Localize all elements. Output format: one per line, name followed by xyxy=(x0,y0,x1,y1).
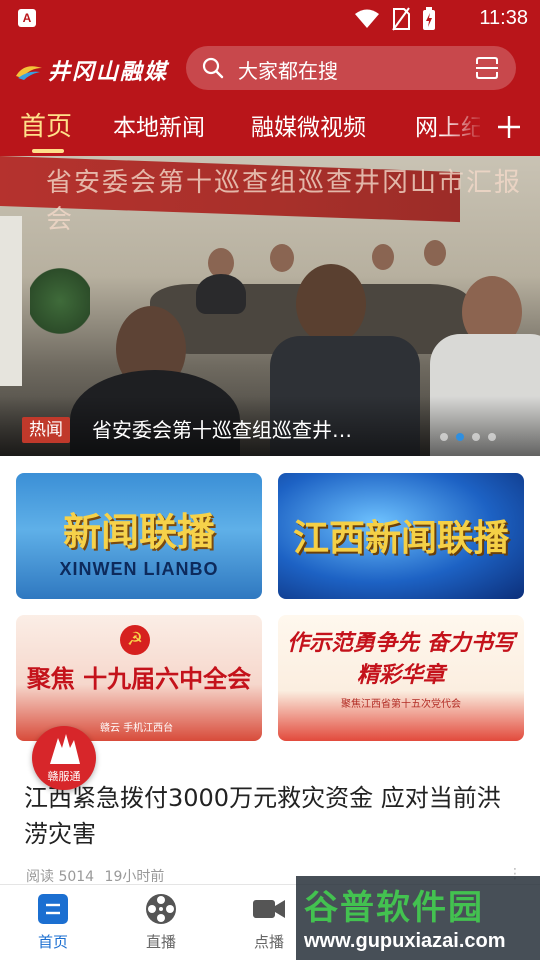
no-sim-icon xyxy=(392,7,410,31)
nav-live[interactable]: 直播 xyxy=(126,893,196,952)
card-title: 作示范勇争先 奋力书写精彩华章 xyxy=(287,630,515,688)
tab-home[interactable]: 首页 xyxy=(20,106,72,143)
card-subtitle: XINWEN LIANBO xyxy=(59,559,219,579)
app-logo[interactable]: 井冈山融媒 xyxy=(14,54,168,86)
news-read-count: 阅读 5014 xyxy=(26,869,95,885)
banner-person xyxy=(424,240,446,266)
carousel-dot[interactable] xyxy=(440,433,448,441)
card-party-congress[interactable]: 作示范勇争先 奋力书写精彩华章 聚焦江西省第十五次党代会 xyxy=(278,615,524,741)
banner-backdrop-text: 省安委会第十巡查组巡查井冈山市汇报会 xyxy=(46,168,523,235)
logo-mark-icon xyxy=(16,66,42,80)
nav-vod[interactable]: 点播 xyxy=(234,893,304,952)
add-channel-icon[interactable] xyxy=(496,114,522,140)
app-notification-icon: A xyxy=(18,9,36,27)
carousel-dot[interactable] xyxy=(488,433,496,441)
home-icon xyxy=(38,894,68,924)
carousel-dot[interactable] xyxy=(456,433,464,441)
banner-person xyxy=(296,264,366,344)
tab-local-news[interactable]: 本地新闻 xyxy=(113,108,205,142)
banner-person xyxy=(372,244,394,270)
site-watermark: 谷普软件园 www.gupuxiazai.com xyxy=(296,876,540,960)
ganfutong-button[interactable]: 赣服通 xyxy=(32,726,96,790)
card-title: 聚焦 十九届六中全会 xyxy=(26,664,252,693)
video-camera-icon xyxy=(253,900,285,918)
card-title: 江西新闻联播 xyxy=(292,517,509,559)
news-meta: 阅读 5014 19小时前 xyxy=(26,866,170,886)
film-reel-icon xyxy=(146,894,176,924)
card-title: 新闻联播 xyxy=(62,509,215,554)
hot-news-badge: 热闻 xyxy=(22,417,70,443)
carousel-dots xyxy=(440,433,496,441)
ganfutong-logo-icon xyxy=(50,734,80,764)
battery-charging-icon xyxy=(423,7,435,30)
nav-home-label: 首页 xyxy=(37,933,68,951)
banner-plant xyxy=(30,266,90,336)
card-footer: 赣云 手机江西台 xyxy=(100,723,174,734)
nav-home[interactable]: 首页 xyxy=(18,893,88,952)
nav-vod-label: 点播 xyxy=(253,933,284,951)
news-time: 19小时前 xyxy=(104,869,165,885)
tab-micro-video[interactable]: 融媒微视频 xyxy=(251,108,366,142)
watermark-title: 谷普软件园 xyxy=(304,888,484,928)
headline-carousel[interactable]: 省安委会第十巡查组巡查井冈山市汇报会 xyxy=(0,156,540,456)
wifi-icon xyxy=(355,9,379,28)
card-jiangxi-news[interactable]: 江西新闻联播 xyxy=(278,473,524,599)
news-headline[interactable]: 江西紧急拨付3000万元救灾资金 应对当前洪涝灾害 xyxy=(24,780,524,852)
banner-person xyxy=(196,274,246,314)
card-subtitle: 聚焦江西省第十五次党代会 xyxy=(341,699,461,710)
logo-text: 井冈山融媒 xyxy=(48,59,169,85)
nav-live-label: 直播 xyxy=(145,933,176,951)
tabs-fade xyxy=(440,102,492,156)
card-plenary-session[interactable]: ☭ 聚焦 十九届六中全会 赣云 手机江西台 xyxy=(16,615,262,741)
search-bar[interactable]: 大家都在搜 xyxy=(186,46,516,90)
app-header: 井冈山融媒 大家都在搜 首页 本地新闻 融媒微视频 网上纪 xyxy=(0,38,540,156)
banner-ac-unit xyxy=(0,216,22,386)
watermark-url: www.gupuxiazai.com xyxy=(304,930,506,952)
active-tab-indicator xyxy=(32,149,64,153)
status-bar: A 11:38 xyxy=(0,0,540,38)
search-icon xyxy=(202,57,224,79)
program-grid: 新闻联播 XINWEN LIANBO 江西新闻联播 ☭ 聚焦 十九届六中全会 赣… xyxy=(0,456,540,746)
status-icons xyxy=(354,7,436,31)
channel-tabs: 首页 本地新闻 融媒微视频 网上纪 xyxy=(0,102,540,156)
party-emblem-icon: ☭ xyxy=(120,625,150,655)
carousel-dot[interactable] xyxy=(472,433,480,441)
search-placeholder: 大家都在搜 xyxy=(238,59,338,83)
banner-person xyxy=(270,244,294,272)
banner-caption[interactable]: 省安委会第十巡查组巡查井… xyxy=(92,417,352,443)
scan-icon[interactable] xyxy=(474,55,500,81)
card-xinwen-lianbo[interactable]: 新闻联播 XINWEN LIANBO xyxy=(16,473,262,599)
ganfutong-label: 赣服通 xyxy=(47,770,81,783)
status-clock: 11:38 xyxy=(479,7,528,29)
